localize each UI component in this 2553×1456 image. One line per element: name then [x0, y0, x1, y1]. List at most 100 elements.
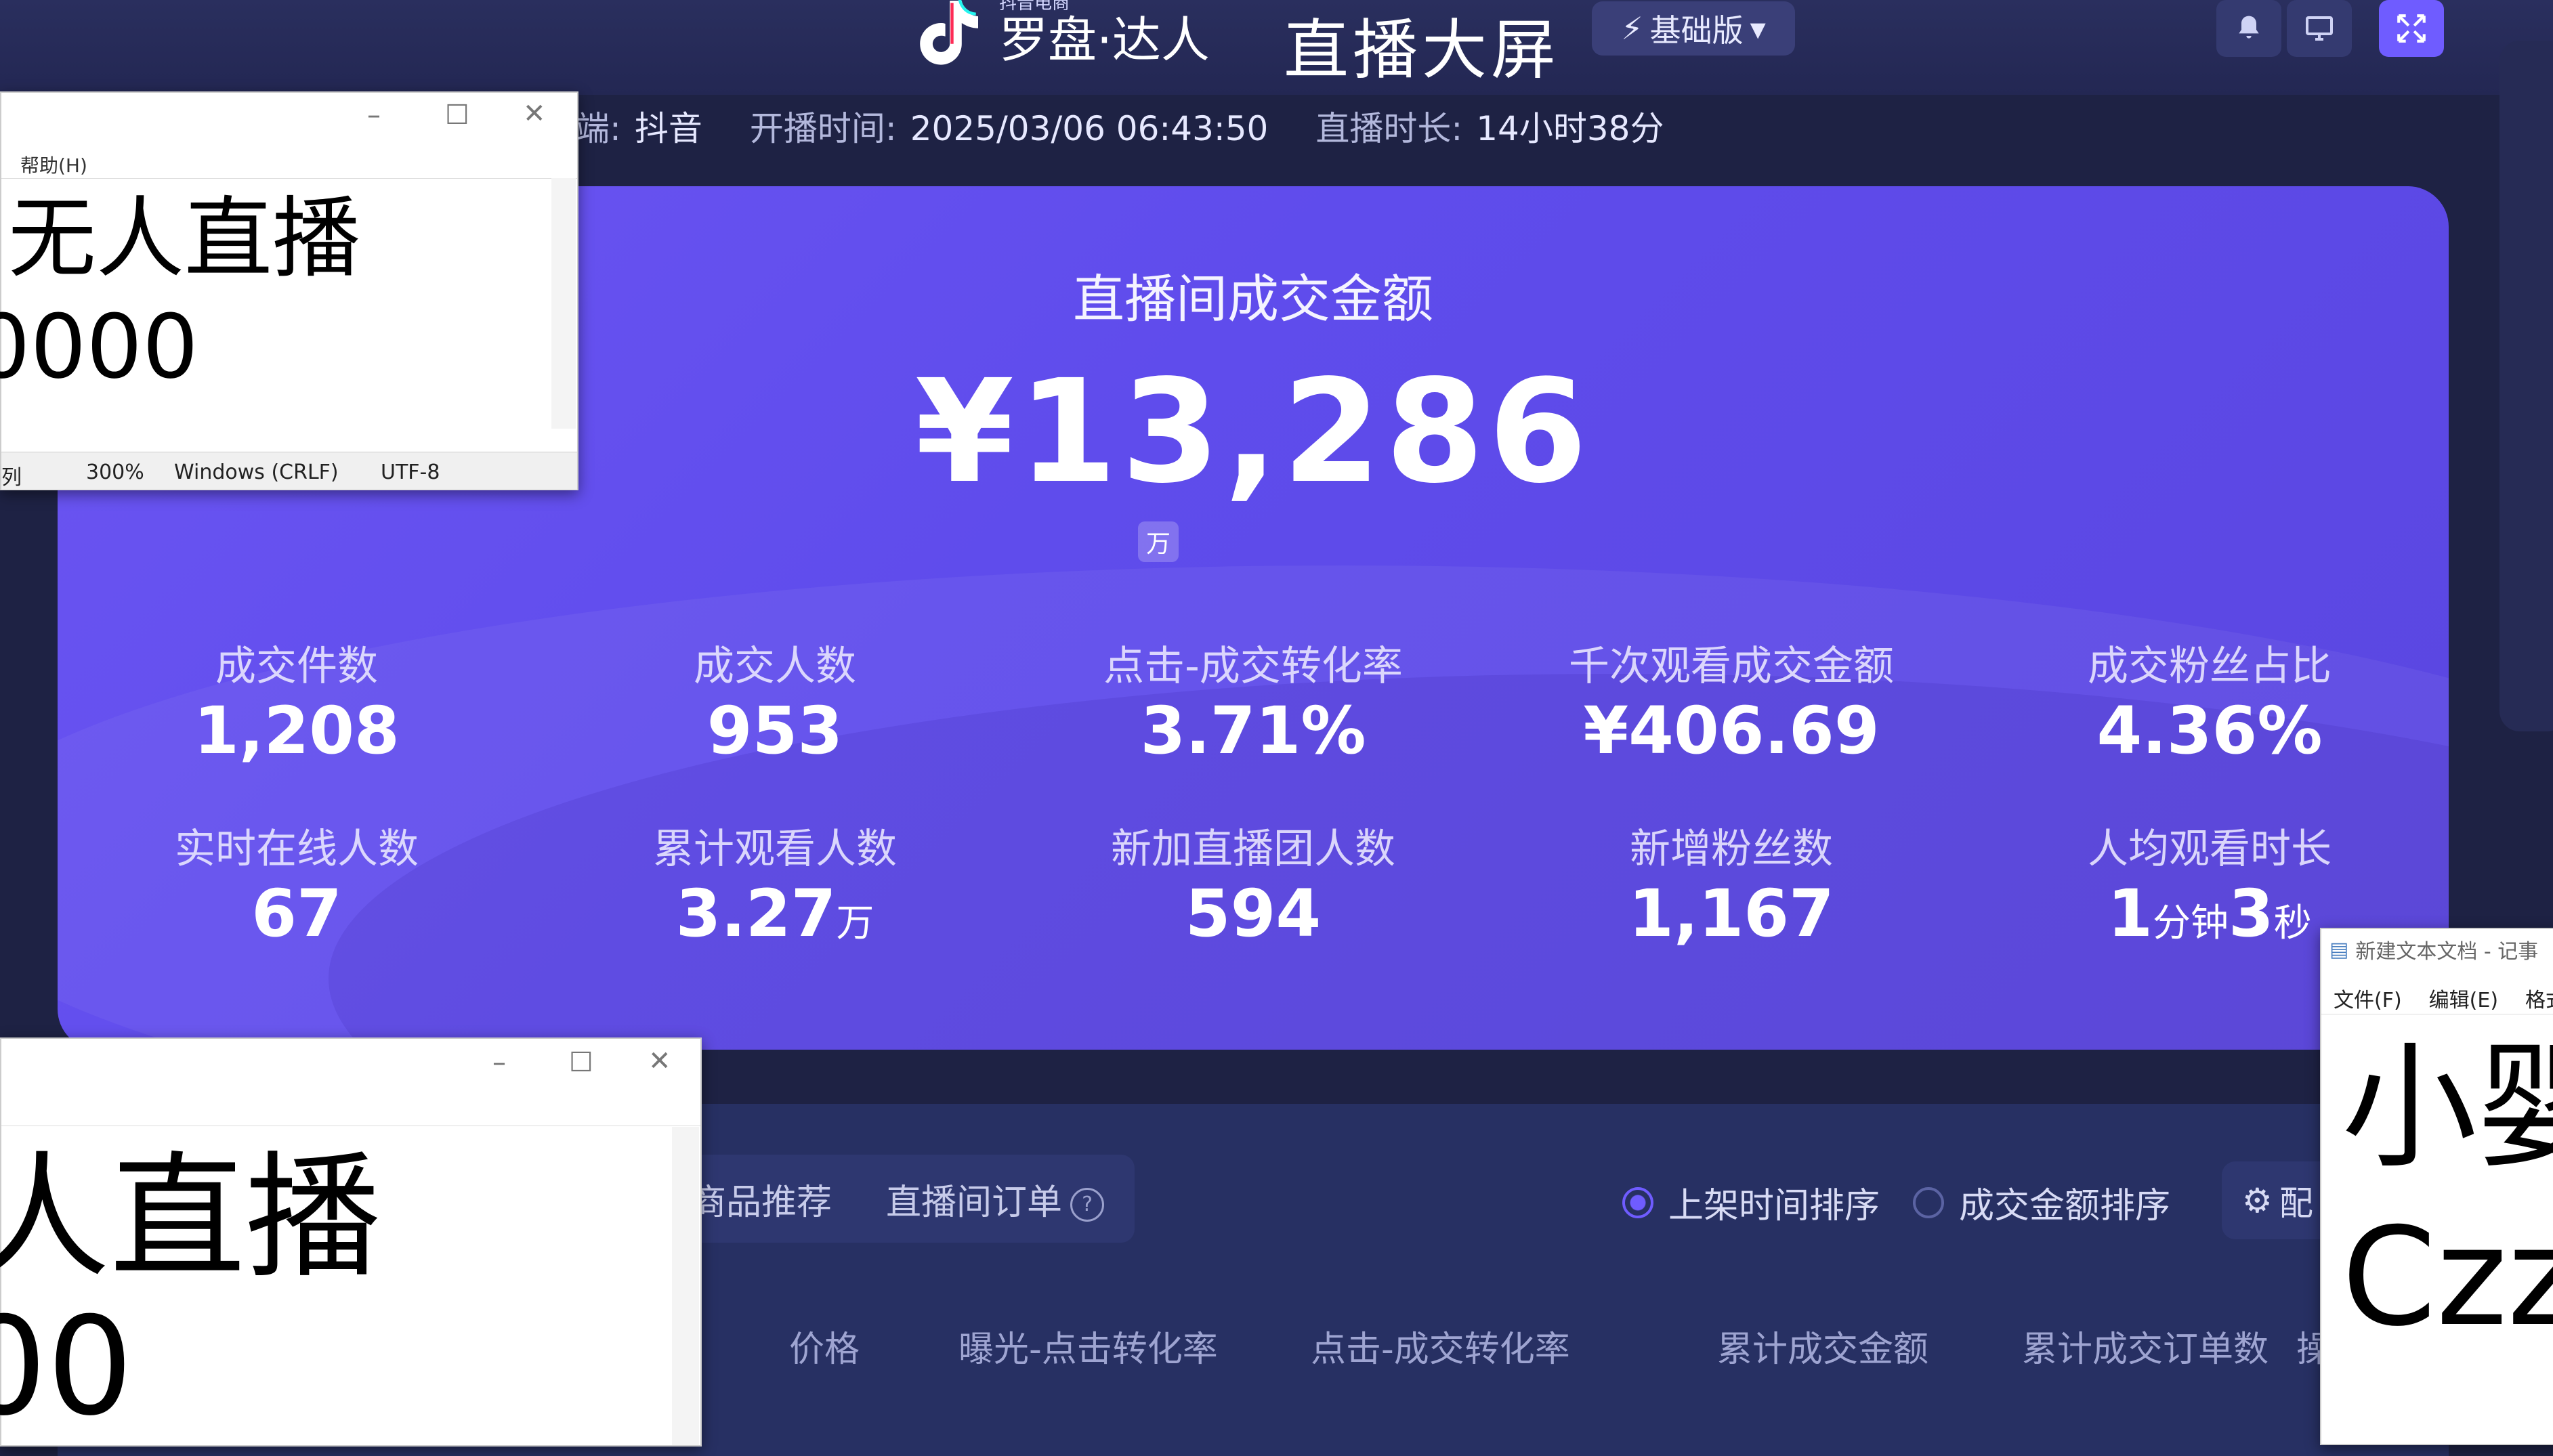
column-header-total-gmv[interactable]: 累计成交金额 — [1717, 1321, 1928, 1371]
config-label: 配 — [2279, 1183, 2313, 1223]
metric-value: 1,208 — [194, 693, 400, 769]
tab-live-orders[interactable]: 直播间订单? — [886, 1174, 1105, 1224]
maximize-icon[interactable]: ☐ — [445, 100, 469, 131]
metric-number: 3.27 — [675, 876, 837, 951]
notepad-text-line: Czz — [2342, 1199, 2553, 1356]
metric-label: 累计观看人数 — [653, 826, 897, 873]
column-header-total-orders[interactable]: 累计成交订单数 — [2022, 1321, 2269, 1371]
notepad-window[interactable]: – ☐ ✕ 人直播 00 — [0, 1037, 702, 1447]
vertical-scrollbar[interactable] — [672, 1127, 699, 1445]
edition-label: 基础版 — [1649, 12, 1744, 49]
gear-icon: ⚙ — [2242, 1180, 2273, 1220]
window-title: 新建文本文档 - 记事 — [2355, 940, 2539, 964]
metric-label: 千次观看成交金额 — [1569, 643, 1894, 690]
notepad-text-line: 00 — [0, 1288, 133, 1446]
top-header — [0, 0, 2553, 95]
divider — [1, 178, 577, 179]
screen-button[interactable] — [2287, 0, 2352, 57]
metric-label: 成交粉丝占比 — [2088, 643, 2332, 690]
metric-new-fan-club: 新加直播团人数 594 — [1014, 816, 1492, 951]
radio-unselected-icon — [1913, 1186, 1944, 1218]
fullscreen-button[interactable] — [2379, 0, 2444, 57]
notepad-text-line: 小婴 — [2342, 1029, 2553, 1187]
menu-edit[interactable]: 编辑(E) — [2429, 983, 2498, 1013]
metric-buyers: 成交人数 953 — [536, 633, 1014, 769]
metric-number: 3 — [2229, 876, 2274, 951]
metric-value: 594 — [1185, 876, 1322, 951]
close-icon[interactable]: ✕ — [648, 1046, 671, 1077]
notepad-text-line: 无人直播 — [8, 187, 361, 290]
terminal-label: 端: — [576, 109, 621, 148]
minimize-icon[interactable]: – — [492, 1047, 506, 1078]
terminal-value: 抖音 — [634, 109, 702, 148]
page-title: 直播大屏 — [1284, 12, 1560, 88]
metric-total-viewers: 累计观看人数 3.27万 — [536, 816, 1014, 951]
metric-label: 成交人数 — [694, 643, 856, 690]
window-titlebar: ▤ 新建文本文档 - 记事 — [2321, 929, 2553, 970]
metric-number: 1 — [2107, 876, 2153, 951]
metric-label: 成交件数 — [215, 643, 378, 690]
notepad-text-line: 0000 — [0, 295, 198, 398]
metric-value: ¥406.69 — [1583, 693, 1880, 769]
status-encoding: UTF-8 — [381, 461, 440, 484]
metric-label: 新加直播团人数 — [1111, 826, 1395, 873]
column-header-click-conversion[interactable]: 点击-成交转化率 — [1311, 1321, 1570, 1371]
metric-value: 1,167 — [1628, 876, 1834, 951]
column-header-price[interactable]: 价格 — [789, 1321, 860, 1371]
unit-toggle-wan[interactable]: 万 — [1138, 521, 1179, 562]
metrics-row: 实时在线人数 67 累计观看人数 3.27万 新加直播团人数 594 新增粉丝数 1,1… — [58, 816, 2449, 951]
duration-value: 14小时38分 — [1476, 109, 1664, 148]
sort-option-label: 成交金额排序 — [1959, 1186, 2171, 1226]
notepad-app-icon: ▤ — [2329, 937, 2349, 962]
sort-option-label: 上架时间排序 — [1668, 1186, 1880, 1226]
metrics-row: 成交件数 1,208 成交人数 953 点击-成交转化率 3.71% 千次观看成交金额… — [58, 633, 2449, 769]
metric-value: 67 — [251, 876, 342, 951]
metric-value: 953 — [706, 693, 843, 769]
metric-items-sold: 成交件数 1,208 — [58, 633, 536, 769]
start-time-value: 2025/03/06 06:43:50 — [910, 109, 1269, 148]
menu-help[interactable]: 帮助(H) — [20, 151, 87, 178]
duration-info: 直播时长: 14小时38分 — [1315, 102, 1664, 150]
monitor-icon — [2306, 16, 2333, 41]
start-time-info: 开播时间: 2025/03/06 06:43:50 — [750, 102, 1269, 150]
metric-fan-ratio: 成交粉丝占比 4.36% — [1970, 633, 2449, 769]
menu-format[interactable]: 格式 — [2525, 983, 2553, 1013]
terminal-info: 端: 抖音 — [576, 102, 702, 150]
metric-value: 3.71% — [1140, 693, 1366, 769]
tab-product-recommend[interactable]: 商品推荐 — [691, 1174, 832, 1224]
metric-online-users: 实时在线人数 67 — [58, 816, 536, 951]
metric-label: 新增粉丝数 — [1630, 826, 1833, 873]
metric-label: 人均观看时长 — [2088, 826, 2332, 873]
close-icon[interactable]: ✕ — [523, 98, 546, 129]
tiktok-logo-icon — [911, 0, 986, 68]
status-bar: 列 300% Windows (CRLF) UTF-8 — [1, 452, 577, 490]
duration-label: 直播时长: — [1315, 109, 1463, 148]
tab-live-orders-label: 直播间订单 — [886, 1182, 1063, 1223]
help-icon[interactable]: ? — [1070, 1187, 1105, 1222]
metric-new-followers: 新增粉丝数 1,167 — [1492, 816, 1970, 951]
metric-gpm: 千次观看成交金额 ¥406.69 — [1492, 633, 1970, 769]
right-side-panel — [2499, 41, 2553, 731]
maximize-icon[interactable]: ☐ — [569, 1047, 593, 1078]
column-header-ctr[interactable]: 曝光-点击转化率 — [958, 1321, 1218, 1371]
status-zoom: 300% — [86, 461, 144, 484]
notepad-window[interactable]: – ☐ ✕ 帮助(H) 无人直播 0000 列 300% Windows (CR… — [0, 91, 578, 490]
menu-bar: 文件(F) 编辑(E) 格式 — [2334, 983, 2553, 1013]
notepad-window[interactable]: ▤ 新建文本文档 - 记事 文件(F) 编辑(E) 格式 小婴 Czz — [2320, 928, 2553, 1445]
status-line-ending: Windows (CRLF) — [174, 461, 339, 484]
metric-click-conversion: 点击-成交转化率 3.71% — [1014, 633, 1492, 769]
metric-value: 3.27万 — [536, 876, 1014, 951]
status-column: 列 — [1, 466, 22, 490]
sort-by-gmv[interactable]: 成交金额排序 — [1913, 1177, 2170, 1228]
notification-button[interactable] — [2216, 0, 2281, 57]
metric-label: 实时在线人数 — [175, 826, 419, 873]
start-time-label: 开播时间: — [749, 109, 897, 148]
vertical-scrollbar[interactable] — [551, 178, 576, 429]
brand-logo: 抖音电商 罗盘·达人 — [911, 0, 1210, 68]
lightning-icon: ⚡ — [1621, 10, 1643, 47]
edition-dropdown[interactable]: ⚡ 基础版 ▾ — [1592, 1, 1795, 56]
menu-file[interactable]: 文件(F) — [2334, 983, 2402, 1013]
minimize-icon[interactable]: – — [367, 100, 381, 131]
notepad-text-line: 人直播 — [0, 1139, 381, 1297]
sort-by-listing-time[interactable]: 上架时间排序 — [1622, 1177, 1880, 1228]
